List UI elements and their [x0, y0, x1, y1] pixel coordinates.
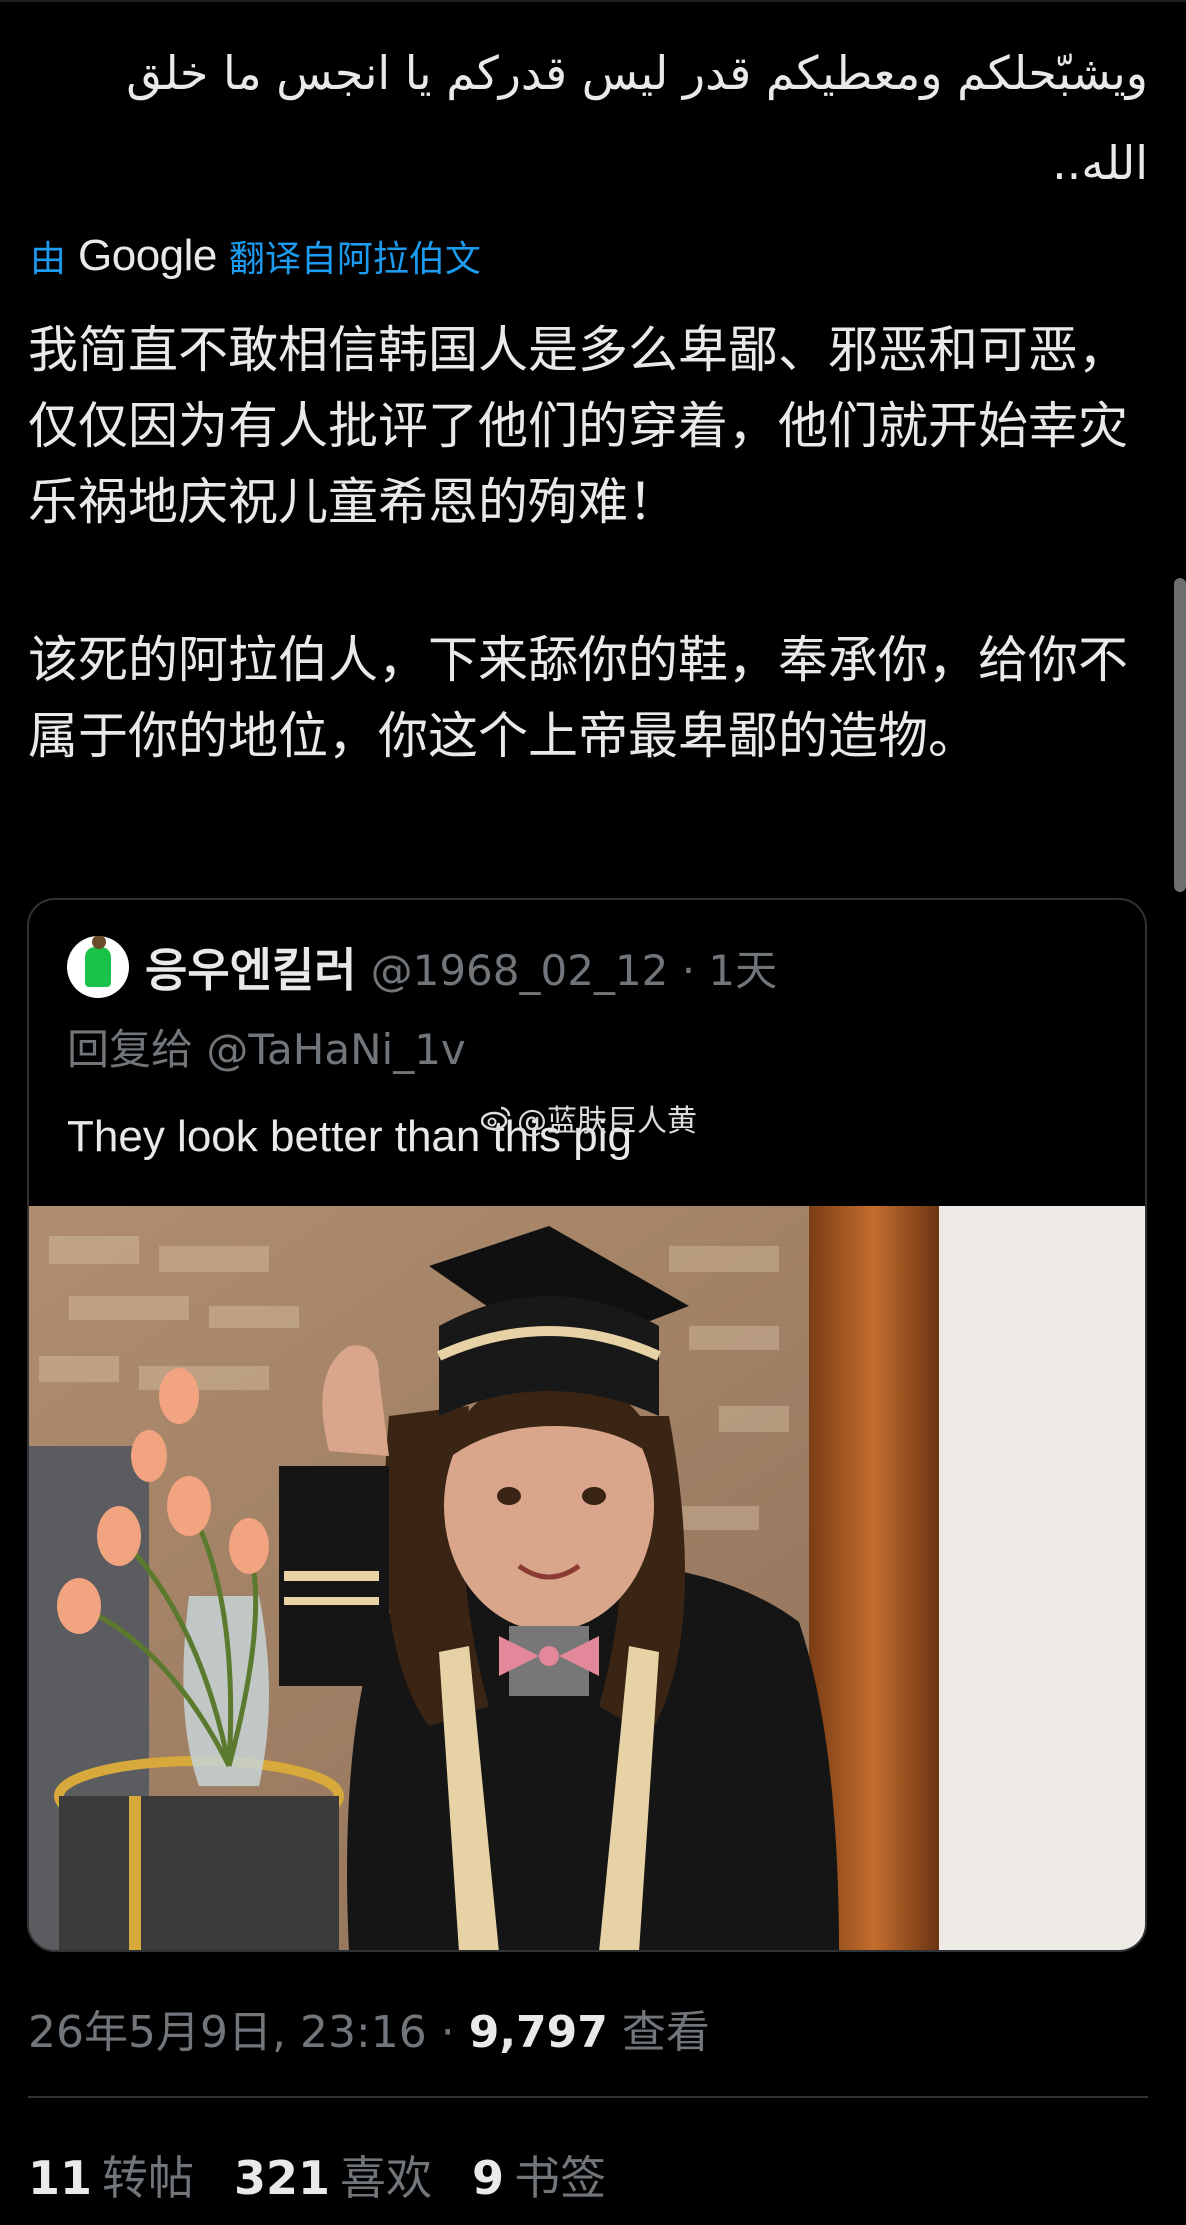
translated-from-label: 翻译自阿拉伯文 — [228, 239, 481, 280]
retweets-label: 转帖 — [102, 2151, 195, 2205]
translation-paragraph-1: 我简直不敢相信韩国人是多么卑鄙、邪恶和可恶，仅仅因为有人批评了他们的穿着，他们就… — [28, 321, 1128, 531]
quoted-tweet-header: 응우엔킬러 @1968_02_12 · 1天 — [67, 936, 777, 998]
quoted-reply-to: 回复给 @TaHaNi_1v — [67, 1025, 466, 1074]
tweet-stats: 11 转帖 321 喜欢 9 书签 — [28, 2142, 606, 2208]
retweets-stat[interactable]: 11 转帖 — [28, 2142, 194, 2208]
tweet-original-text: ويشبّحلكم ومعطيكم قدر ليس قدركم يا انجس … — [126, 46, 1148, 190]
views-label: 查看 — [621, 2007, 710, 2058]
avatar-figure-icon — [85, 936, 111, 987]
weibo-icon — [481, 1106, 511, 1131]
avatar[interactable] — [67, 936, 129, 998]
retweets-count: 11 — [28, 2151, 93, 2205]
quoted-tweet-card[interactable]: 응우엔킬러 @1968_02_12 · 1天 回复给 @TaHaNi_1v Th… — [27, 898, 1147, 1952]
translation-attribution[interactable]: 由 Google 翻译自阿拉伯文 — [30, 228, 481, 284]
bookmarks-count: 9 — [472, 2151, 505, 2205]
tweet-timestamp-views: 26年5月9日, 23:16 · 9,797 查看 — [28, 1996, 710, 2060]
weibo-watermark: @蓝肤巨人黄 — [481, 1096, 697, 1140]
bookmarks-label: 书签 — [514, 2151, 607, 2205]
translation-paragraph-2: 该死的阿拉伯人，下来舔你的鞋，奉承你，给你不属于你的地位，你这个上帝最卑鄙的造物… — [28, 631, 1128, 765]
google-logo: Google — [78, 231, 217, 280]
quoted-author-name[interactable]: 응우엔킬러 — [145, 934, 357, 1000]
likes-label: 喜欢 — [340, 2151, 433, 2205]
translated-prefix: 由 — [30, 239, 67, 280]
watermark-text: @蓝肤巨人黄 — [517, 1104, 697, 1139]
likes-stat[interactable]: 321 喜欢 — [234, 2142, 432, 2208]
likes-count: 321 — [234, 2151, 331, 2205]
quoted-tweet-photo[interactable] — [29, 1206, 1145, 1950]
graduation-photo — [29, 1206, 1145, 1950]
views-count: 9,797 — [468, 2007, 608, 2058]
scrollbar-thumb[interactable] — [1174, 578, 1186, 892]
tweet-timestamp[interactable]: 26年5月9日, 23:16 · — [28, 2007, 469, 2058]
top-divider — [0, 0, 1186, 2]
divider — [28, 2096, 1148, 2098]
quoted-author-handle: @1968_02_12 · 1天 — [370, 945, 778, 995]
bookmarks-stat[interactable]: 9 书签 — [472, 2142, 606, 2208]
